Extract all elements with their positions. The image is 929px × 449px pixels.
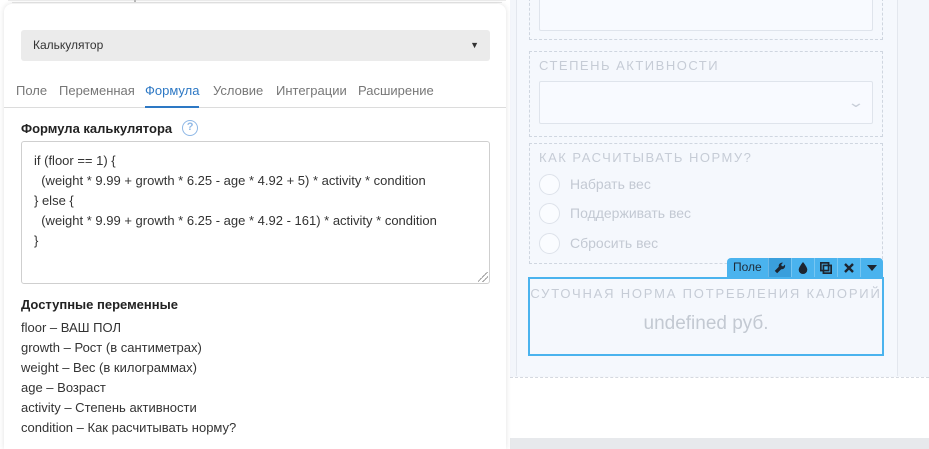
variables-list: floor – ВАШ ПОЛ growth – Рост (в сантиме… (21, 318, 236, 438)
resize-handle[interactable] (478, 272, 488, 282)
variable-item: growth – Рост (в сантиметрах) (21, 340, 202, 355)
formula-textarea[interactable]: if (floor == 1) { (weight * 9.99 + growt… (21, 141, 490, 284)
help-icon[interactable]: ? (182, 120, 199, 136)
radio-option-maintain[interactable]: Поддерживать вес (539, 202, 691, 224)
tab-formula[interactable]: Формула (145, 80, 200, 108)
wrench-icon[interactable] (767, 258, 791, 277)
radio-circle[interactable] (539, 173, 560, 195)
variable-item: activity – Степень активности (21, 400, 197, 415)
drop-icon[interactable] (790, 258, 814, 277)
preview-divider (510, 377, 929, 378)
tab-variable[interactable]: Переменная (59, 80, 135, 108)
chevron-down-icon: ⌄ (847, 94, 865, 110)
norm-field-label: Как расчитывать норму? (539, 150, 753, 165)
close-icon[interactable] (836, 258, 860, 277)
activity-select[interactable]: ⌄ (539, 81, 873, 124)
radio-circle[interactable] (539, 232, 560, 254)
panel-stack-mark (134, 0, 136, 2)
field-type-select[interactable]: Калькулятор ▼ (21, 30, 490, 61)
radio-option-lose[interactable]: Сбросить вес (539, 232, 658, 254)
radio-circle[interactable] (539, 202, 560, 224)
tab-condition[interactable]: Условие (213, 80, 263, 108)
panel-stack-edge (12, 2, 502, 3)
settings-tabs: Поле Переменная Формула Условие Интеграц… (4, 80, 506, 108)
variable-item: floor – ВАШ ПОЛ (21, 320, 122, 335)
selected-field-title: Суточная норма потребления калорий (530, 286, 882, 301)
radio-option-label: Сбросить вес (570, 235, 659, 251)
field-toolbar: Поле (727, 258, 883, 277)
formula-section-title: Формула калькулятора ? (21, 120, 199, 136)
selected-field-value: undefined руб. (643, 313, 769, 334)
variables-section-title: Доступные переменные (21, 297, 178, 312)
formula-title-text: Формула калькулятора (21, 120, 173, 136)
selected-calculator-field[interactable]: Суточная норма потребления калорий undef… (528, 277, 884, 356)
copy-icon[interactable] (813, 258, 837, 277)
variable-item: weight – Вес (в килограммах) (21, 360, 197, 375)
field-toolbar-label[interactable]: Поле (727, 258, 768, 277)
tab-integrations[interactable]: Интеграции (276, 80, 347, 108)
chevron-down-icon[interactable] (859, 258, 883, 277)
radio-option-label: Набрать вес (570, 176, 651, 192)
variable-item: age – Возраст (21, 380, 106, 395)
preview-footer-bar (510, 438, 929, 449)
previous-field-input[interactable] (539, 0, 873, 31)
radio-option-label: Поддерживать вес (570, 205, 692, 221)
activity-field-label: Степень активности (539, 58, 720, 73)
variable-item: condition – Как расчитывать норму? (21, 420, 237, 435)
tab-field[interactable]: Поле (16, 80, 47, 108)
radio-option-gain[interactable]: Набрать вес (539, 173, 651, 195)
tab-extension[interactable]: Расширение (358, 80, 434, 108)
caret-down-icon: ▼ (470, 40, 479, 50)
field-type-value: Калькулятор (33, 38, 104, 52)
